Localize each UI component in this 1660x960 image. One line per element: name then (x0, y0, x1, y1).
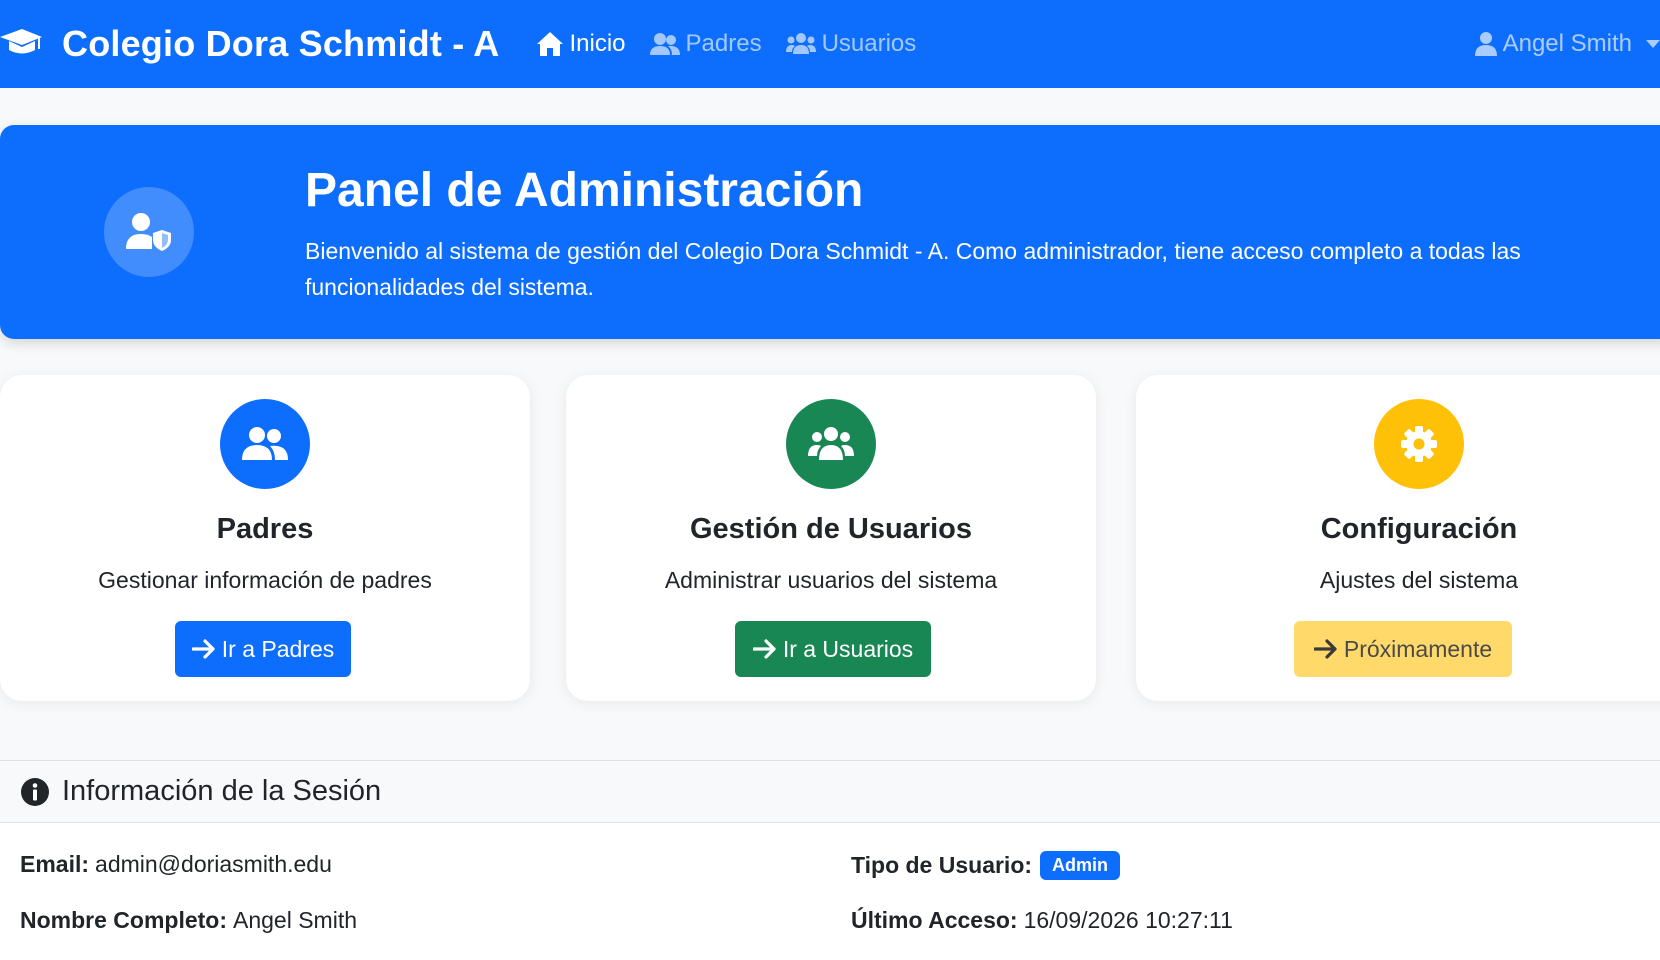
button-label: Próximamente (1343, 635, 1493, 662)
button-label: Ir a Padres (221, 635, 335, 662)
admin-hero-banner: Panel de Administración Bienvenido al si… (0, 125, 1660, 339)
top-navbar: Colegio Dora Schmidt - A Inicio Padres U… (0, 0, 1660, 88)
nav-link-label: Padres (685, 30, 762, 57)
info-circle-icon (21, 777, 49, 806)
card-title: Configuración (1320, 513, 1518, 545)
user-icon (1474, 32, 1497, 56)
card-description: Ajustes del sistema (1319, 567, 1519, 593)
nav-link-label: Usuarios (821, 30, 917, 57)
card-padres: Padres Gestionar información de padres I… (0, 375, 530, 701)
nav-links: Inicio Padres Usuarios (536, 30, 941, 58)
card-description: Administrar usuarios del sistema (664, 567, 998, 593)
user-name: Angel Smith (1502, 30, 1632, 57)
last-access-label: Último Acceso: (851, 907, 1018, 933)
go-to-usuarios-button[interactable]: Ir a Usuarios (735, 621, 931, 677)
nav-link-padres[interactable]: Padres (649, 30, 762, 58)
user-friends-icon (220, 399, 310, 489)
card-title: Gestión de Usuarios (689, 513, 972, 545)
card-title: Padres (216, 513, 314, 545)
email-field: Email: admin@doriasmith.edu (20, 851, 332, 878)
user-shield-icon (104, 187, 194, 277)
session-info-card: Información de la Sesión Email: admin@do… (0, 760, 1660, 960)
home-icon (536, 32, 563, 56)
last-access-value: 16/09/2026 10:27:11 (1023, 907, 1233, 933)
chevron-down-icon (1646, 40, 1660, 48)
brand-title: Colegio Dora Schmidt - A (62, 23, 500, 64)
email-label: Email: (20, 851, 90, 877)
users-icon (786, 399, 876, 489)
session-header: Información de la Sesión (0, 761, 1660, 823)
arrow-right-icon (1313, 639, 1337, 659)
user-type-field: Tipo de Usuario: Admin (851, 851, 1121, 880)
card-usuarios: Gestión de Usuarios Administrar usuarios… (566, 375, 1096, 701)
nav-link-usuarios[interactable]: Usuarios (785, 30, 917, 58)
email-value: admin@doriasmith.edu (95, 851, 332, 877)
status-badge: Admin (1040, 851, 1121, 880)
coming-soon-button[interactable]: Próximamente (1294, 621, 1512, 677)
last-access-field: Último Acceso: 16/09/2026 10:27:11 (851, 907, 1233, 934)
arrow-right-icon (752, 639, 776, 659)
graduation-cap-icon (0, 29, 42, 54)
user-type-label: Tipo de Usuario: (851, 852, 1033, 878)
name-value: Angel Smith (233, 907, 358, 933)
welcome-text: Bienvenido al sistema de gestión del Col… (305, 238, 1521, 300)
session-title: Información de la Sesión (62, 775, 382, 807)
parents-icon (649, 33, 680, 55)
users-icon (785, 33, 816, 54)
button-label: Ir a Usuarios (782, 635, 914, 662)
cog-icon (1374, 399, 1464, 489)
nav-link-label: Inicio (569, 30, 626, 57)
brand[interactable]: Colegio Dora Schmidt - A (0, 23, 500, 65)
go-to-padres-button[interactable]: Ir a Padres (175, 621, 351, 677)
arrow-right-icon (191, 639, 215, 659)
page-title: Panel de Administración (305, 164, 864, 217)
user-dropdown[interactable]: Angel Smith (1474, 0, 1660, 88)
card-configuracion: Configuración Ajustes del sistema Próxim… (1136, 375, 1660, 701)
nav-link-inicio[interactable]: Inicio (536, 30, 626, 58)
name-field: Nombre Completo: Angel Smith (20, 907, 357, 934)
card-description: Gestionar información de padres (98, 567, 432, 593)
name-label: Nombre Completo: (20, 907, 227, 933)
